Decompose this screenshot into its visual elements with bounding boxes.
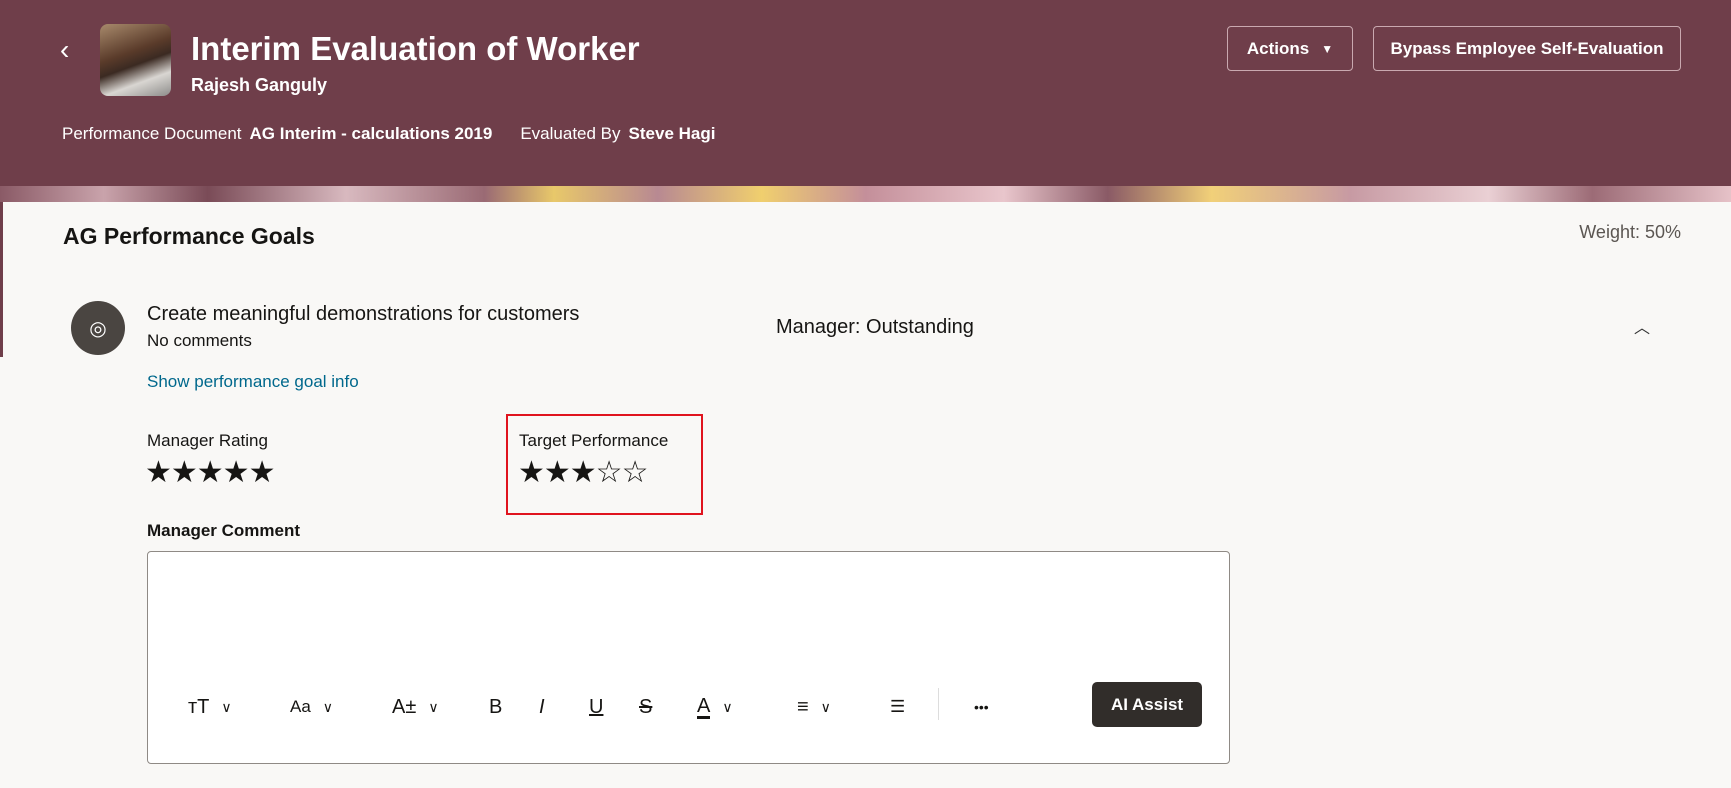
decorative-banner xyxy=(0,186,1731,202)
target-performance-label: Target Performance xyxy=(519,431,669,450)
collapse-chevron-up-icon[interactable]: ︿ xyxy=(1634,314,1650,338)
script-dropdown[interactable]: A± ∨ xyxy=(392,692,439,722)
avatar xyxy=(100,24,171,96)
eval-label: Evaluated By xyxy=(520,124,621,143)
bullet-list-button[interactable]: ☰ xyxy=(890,692,905,722)
text-size-dropdown[interactable]: тT ∨ xyxy=(188,692,232,722)
doc-value: AG Interim - calculations 2019 xyxy=(249,124,493,143)
page-title: Interim Evaluation of Worker xyxy=(191,30,640,67)
manager-comment-editor[interactable]: тT ∨ Aa ∨ A± ∨ B I U S A ∨ ≡ ∨ ☰ ••• AI Assis… xyxy=(147,551,1230,764)
underline-icon: U xyxy=(589,695,604,718)
italic-button[interactable]: I xyxy=(539,692,545,722)
show-goal-info-link[interactable]: Show performance goal info xyxy=(147,372,359,392)
superscript-icon: A± xyxy=(392,695,417,718)
bypass-self-evaluation-button[interactable]: Bypass Employee Self-Evaluation xyxy=(1373,26,1681,71)
chevron-down-icon: ∨ xyxy=(221,698,232,715)
document-meta: Performance Document AG Interim - calcula… xyxy=(62,124,743,144)
doc-label: Performance Document xyxy=(62,124,242,143)
actions-label: Actions xyxy=(1246,38,1310,58)
actions-button[interactable]: Actions ▼ xyxy=(1227,26,1353,71)
alignment-dropdown[interactable]: ≡ ∨ xyxy=(797,692,831,722)
bold-icon: B xyxy=(489,695,503,718)
more-button[interactable]: ••• xyxy=(974,692,989,722)
page-header: ‹ Interim Evaluation of Worker Rajesh Ga… xyxy=(0,0,1731,202)
worker-name: Rajesh Ganguly xyxy=(191,75,328,95)
list-icon: ☰ xyxy=(890,697,906,716)
chevron-down-icon: ∨ xyxy=(820,698,831,715)
caret-down-icon: ▼ xyxy=(1321,41,1334,56)
font-dropdown[interactable]: Aa ∨ xyxy=(290,692,333,722)
goal-comments: No comments xyxy=(147,331,252,350)
bold-button[interactable]: B xyxy=(489,692,502,722)
goal-title: Create meaningful demonstrations for cus… xyxy=(147,303,580,325)
strikethrough-icon: S xyxy=(639,695,653,718)
underline-button[interactable]: U xyxy=(589,692,603,722)
italic-icon: I xyxy=(539,695,545,718)
chevron-down-icon: ∨ xyxy=(428,698,439,715)
back-chevron-icon[interactable]: ‹ xyxy=(60,34,69,66)
weight: Weight: 50% xyxy=(1579,222,1681,242)
goal-target-icon: ◎ xyxy=(71,301,125,355)
text-color-dropdown[interactable]: A ∨ xyxy=(697,692,733,722)
manager-comment-label: Manager Comment xyxy=(147,521,301,540)
strikethrough-button[interactable]: S xyxy=(639,692,652,722)
target-performance-stars[interactable]: ★★★☆☆ xyxy=(518,455,648,490)
chevron-down-icon: ∨ xyxy=(722,698,733,715)
chevron-down-icon: ∨ xyxy=(322,698,334,715)
align-left-icon: ≡ xyxy=(797,695,809,718)
manager-status: Manager: Outstanding xyxy=(776,316,974,338)
manager-rating-label: Manager Rating xyxy=(147,431,268,450)
manager-rating-stars[interactable]: ★★★★★ xyxy=(145,455,275,490)
text-size-icon: тT xyxy=(188,695,210,718)
toolbar-divider xyxy=(938,688,939,720)
font-icon: Aa xyxy=(290,697,311,716)
text-color-icon: A xyxy=(697,694,711,719)
eval-value: Steve Hagi xyxy=(628,124,716,143)
section-title: AG Performance Goals xyxy=(63,223,315,249)
more-icon: ••• xyxy=(974,699,989,715)
ai-assist-button[interactable]: AI Assist xyxy=(1092,682,1202,727)
